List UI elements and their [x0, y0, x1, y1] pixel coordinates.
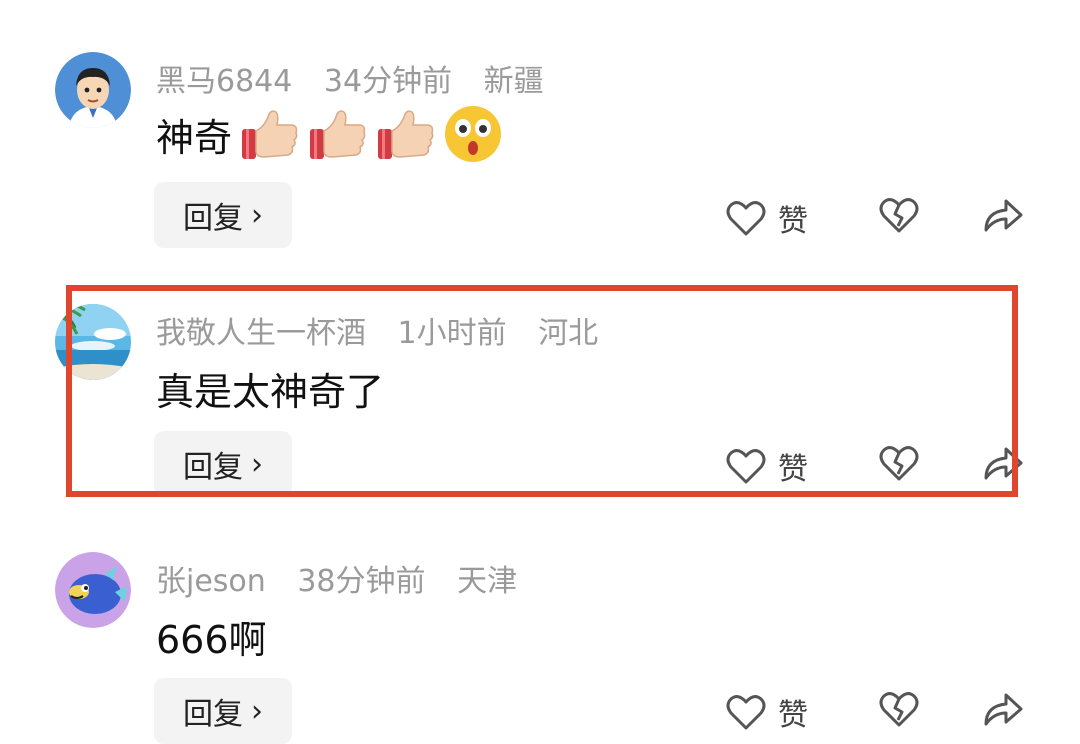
dislike-button[interactable] [879, 690, 919, 728]
comment-item: 我敬人生一杯酒 1小时前 河北 真是太神奇了 回复 › 赞 [0, 250, 1080, 497]
share-arrow-icon [984, 693, 1023, 726]
location: 新疆 [483, 64, 544, 99]
comment-text-row: 真是太神奇了 [156, 361, 384, 416]
share-arrow-icon [984, 199, 1023, 232]
like-label: 赞 [778, 452, 808, 487]
reply-label: 回复 [183, 450, 243, 485]
username[interactable]: 黑马6844 [156, 64, 292, 99]
heart-outline-icon [726, 695, 766, 730]
chevron-right-icon: › [251, 197, 263, 233]
share-arrow-icon [984, 447, 1023, 480]
comment-text-row: 神奇 [156, 103, 510, 165]
comment-meta: 张jeson 38分钟前 天津 [156, 556, 517, 600]
timestamp: 38分钟前 [297, 564, 426, 599]
broken-heart-icon [879, 198, 919, 233]
comment-item: 张jeson 38分钟前 天津 666啊 回复 › 赞 [0, 500, 1080, 744]
location: 河北 [538, 316, 599, 351]
reply-label: 回复 [183, 697, 243, 732]
thumbs-up-emoji-icon [310, 110, 366, 159]
avatar[interactable] [55, 552, 131, 628]
comment-text: 真是太神奇了 [156, 370, 385, 414]
like-label: 赞 [778, 204, 808, 239]
share-button[interactable] [982, 688, 1024, 728]
comment-text: 666啊 [156, 618, 267, 662]
comment-text: 神奇 [156, 115, 233, 160]
location: 天津 [457, 564, 518, 599]
thumbs-up-emoji-icon [242, 110, 298, 159]
timestamp: 34分钟前 [323, 64, 453, 99]
astonished-face-emoji-icon [445, 106, 502, 162]
reply-button[interactable]: 回复 › [154, 431, 292, 497]
avatar[interactable] [55, 304, 131, 380]
broken-heart-icon [879, 692, 919, 727]
emoji-row [238, 103, 510, 165]
username[interactable]: 张jeson [156, 564, 266, 599]
comment-item: 黑马6844 34分钟前 新疆 神奇 回复 › 赞 [0, 0, 1080, 248]
avatar[interactable] [55, 52, 131, 128]
broken-heart-icon [879, 446, 919, 481]
like-label: 赞 [778, 698, 808, 733]
comment-meta: 我敬人生一杯酒 1小时前 河北 [156, 308, 598, 352]
reply-button[interactable]: 回复 › [154, 182, 292, 248]
thumbs-up-emoji-icon [378, 110, 434, 159]
comment-text-row: 666啊 [156, 609, 267, 664]
like-button[interactable]: 赞 [726, 690, 808, 734]
heart-outline-icon [726, 449, 766, 484]
timestamp: 1小时前 [397, 316, 507, 351]
dislike-button[interactable] [879, 196, 919, 234]
share-button[interactable] [982, 442, 1024, 482]
heart-outline-icon [726, 201, 766, 236]
username[interactable]: 我敬人生一杯酒 [156, 316, 366, 351]
chevron-right-icon: › [251, 446, 263, 482]
share-button[interactable] [982, 194, 1024, 234]
chevron-right-icon: › [251, 693, 263, 729]
reply-button[interactable]: 回复 › [154, 678, 292, 744]
like-button[interactable]: 赞 [726, 444, 808, 488]
like-button[interactable]: 赞 [726, 196, 808, 240]
dislike-button[interactable] [879, 444, 919, 482]
reply-label: 回复 [183, 201, 243, 236]
comment-meta: 黑马6844 34分钟前 新疆 [156, 56, 544, 100]
